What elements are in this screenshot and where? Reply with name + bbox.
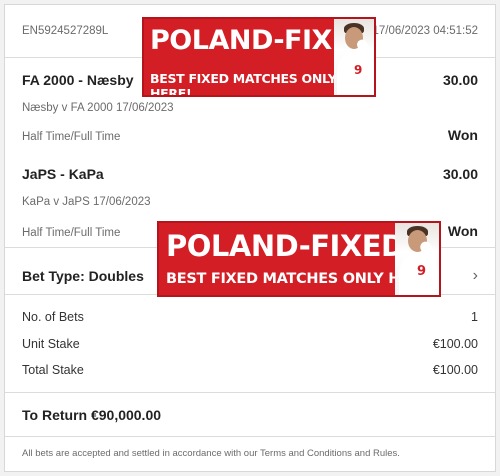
- selection-row: JaPS - KaPa 30.00: [22, 166, 478, 182]
- selection-odds: 30.00: [442, 72, 478, 88]
- selection-teams: JaPS - KaPa: [22, 166, 104, 182]
- selection-match-row: Næsby v FA 2000 17/06/2023: [22, 102, 478, 114]
- summary-row: Total Stake €100.00: [22, 363, 478, 377]
- total-stake-label: Total Stake: [22, 363, 84, 377]
- divider: [5, 392, 495, 393]
- to-return-row: To Return €90,000.00: [22, 407, 478, 423]
- summary-row: No. of Bets 1: [22, 310, 478, 324]
- total-stake-value: €100.00: [432, 363, 478, 377]
- shirt-number: 9: [417, 264, 427, 279]
- player-image: 9: [334, 19, 374, 95]
- to-return: To Return €90,000.00: [22, 407, 162, 423]
- selection-match-row: KaPa v JaPS 17/06/2023: [22, 196, 478, 208]
- selection-result: Won: [447, 127, 478, 143]
- selection-market-row: Half Time/Full Time Won: [22, 127, 478, 143]
- summary-row: Unit Stake €100.00: [22, 337, 478, 351]
- chevron-right-icon: ›: [472, 267, 478, 284]
- footer-note: All bets are accepted and settled in acc…: [22, 448, 400, 459]
- unit-stake-value: €100.00: [432, 337, 478, 351]
- no-of-bets-value: 1: [471, 310, 478, 324]
- selection-match: KaPa v JaPS 17/06/2023: [22, 196, 151, 208]
- divider: [5, 436, 495, 437]
- promo-banner[interactable]: POLAND-FIXED BEST FIXED MATCHES ONLY HER…: [142, 17, 376, 97]
- selection-odds: 30.00: [442, 166, 478, 182]
- shirt-number: 9: [354, 63, 363, 77]
- selection-result: Won: [447, 223, 478, 239]
- selection-market: Half Time/Full Time: [22, 227, 121, 239]
- banner-title: POLAND-FIXED: [166, 229, 405, 263]
- selection-market: Half Time/Full Time: [22, 131, 121, 143]
- footer-note-row: All bets are accepted and settled in acc…: [22, 448, 478, 459]
- selection-teams: FA 2000 - Næsby: [22, 72, 134, 88]
- no-of-bets-label: No. of Bets: [22, 310, 84, 324]
- promo-banner[interactable]: POLAND-FIXED BEST FIXED MATCHES ONLY HER…: [157, 221, 441, 297]
- bet-datetime: 17/06/2023 04:51:52: [372, 25, 478, 37]
- unit-stake-label: Unit Stake: [22, 337, 80, 351]
- selection-match: Næsby v FA 2000 17/06/2023: [22, 102, 174, 114]
- bet-type-label: Bet Type: Doubles: [22, 268, 144, 284]
- bet-reference: EN5924527289L: [22, 25, 109, 37]
- player-image: 9: [395, 223, 439, 295]
